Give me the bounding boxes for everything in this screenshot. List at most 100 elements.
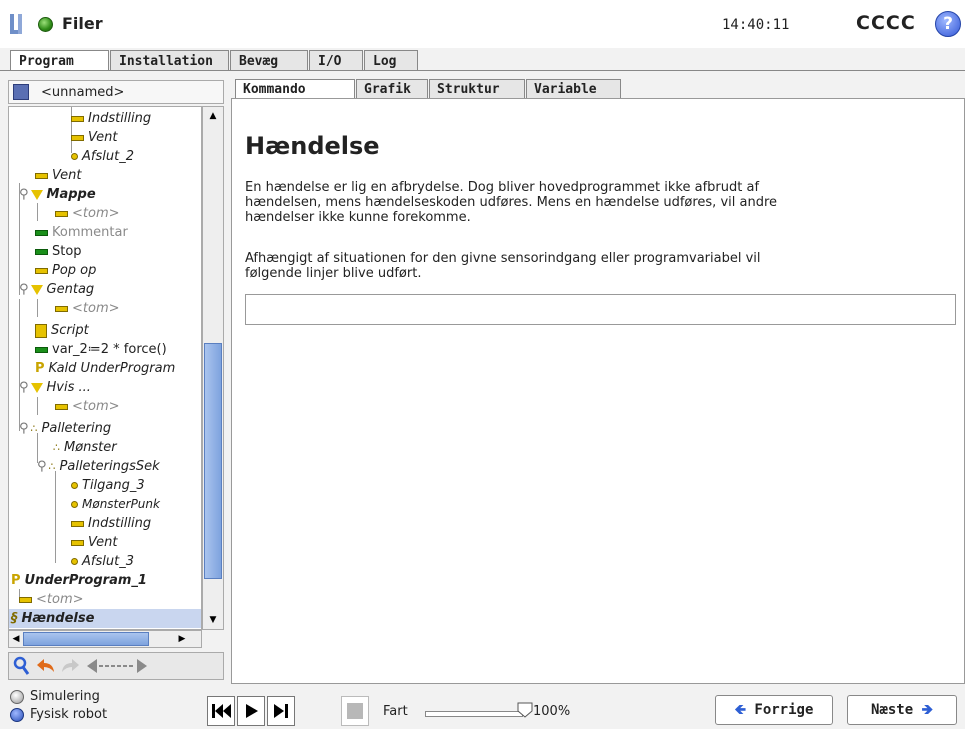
simulation-radio[interactable]: Simulering <box>10 689 100 704</box>
tab-command[interactable]: Kommando <box>235 79 355 99</box>
scroll-left-icon[interactable]: ◀ <box>9 632 23 646</box>
wait-icon <box>55 210 68 217</box>
step-button[interactable] <box>267 696 295 726</box>
tree-node-label: <tom> <box>72 301 120 316</box>
description-line: En hændelse er lig en afbrydelse. Dog bl… <box>245 180 760 195</box>
skip-back-icon <box>212 704 231 718</box>
scrollbar-thumb[interactable] <box>23 632 149 646</box>
tree-node[interactable]: Vent <box>71 128 117 147</box>
rewind-button[interactable] <box>207 696 235 726</box>
tree-node[interactable]: <tom> <box>55 299 120 318</box>
tree-node[interactable]: ⚲ ∴ PalleteringsSek <box>37 457 160 476</box>
tree-node-selected[interactable]: § Hændelse <box>9 609 201 628</box>
tree-horizontal-scrollbar[interactable]: ◀ ▶ <box>8 630 202 648</box>
tab-program[interactable]: Program <box>10 50 109 71</box>
tab-installation[interactable]: Installation <box>110 50 229 71</box>
scroll-right-icon[interactable]: ▶ <box>175 632 189 646</box>
expression-input[interactable] <box>245 294 956 325</box>
tree-vertical-scrollbar[interactable]: ▲ ▼ <box>202 106 224 630</box>
tree-toolbar <box>8 652 224 680</box>
tree-node[interactable]: var_2≔2 * force() <box>35 340 167 359</box>
tree-node[interactable]: Afslut_3 <box>71 552 134 571</box>
expand-icon[interactable]: ⚲ <box>19 187 29 202</box>
tree-line <box>55 471 56 563</box>
tree-node[interactable]: P Kald UnderProgram <box>35 359 175 378</box>
help-icon[interactable]: ? <box>935 11 961 37</box>
pattern-icon: ∴ <box>53 441 60 454</box>
step-icon <box>274 704 288 718</box>
tab-divider <box>0 70 965 71</box>
tree-node[interactable]: ⚲ Mappe <box>19 185 96 204</box>
stop-button[interactable] <box>341 696 369 726</box>
tab-structure[interactable]: Struktur <box>429 79 525 99</box>
tree-node-label: Mappe <box>46 187 96 202</box>
tree-node[interactable]: <tom> <box>55 397 120 416</box>
tree-node[interactable]: Indstilling <box>71 514 151 533</box>
tree-node[interactable]: Script <box>35 321 89 340</box>
scrollbar-thumb[interactable] <box>204 343 222 579</box>
search-icon[interactable] <box>13 656 31 676</box>
tab-move[interactable]: Bevæg <box>230 50 308 71</box>
tree-node[interactable]: Vent <box>71 533 117 552</box>
if-icon <box>30 382 43 393</box>
wait-icon <box>19 596 32 603</box>
arrow-left-icon: 🡸 <box>734 702 746 718</box>
move-node-icon[interactable] <box>85 656 149 676</box>
expand-icon[interactable]: ⚲ <box>37 459 47 474</box>
next-button[interactable]: Næste 🡺 <box>847 695 957 725</box>
tab-io[interactable]: I/O <box>309 50 363 71</box>
tree-node[interactable]: Vent <box>35 166 81 185</box>
expand-icon[interactable]: ⚲ <box>19 421 29 436</box>
tree-node-label: Tilgang_3 <box>82 478 145 493</box>
undo-icon[interactable] <box>35 656 57 676</box>
tree-node[interactable]: ⚲ Gentag <box>19 280 94 299</box>
tree-node[interactable]: MønsterPunk <box>71 495 160 514</box>
waypoint-icon <box>71 153 78 160</box>
previous-button[interactable]: 🡸 Forrige <box>715 695 833 725</box>
tree-node[interactable]: ∴ Mønster <box>53 438 117 457</box>
tree-node[interactable]: <tom> <box>55 204 120 223</box>
tab-log[interactable]: Log <box>364 50 418 71</box>
expand-icon[interactable]: ⚲ <box>19 282 29 297</box>
tree-node[interactable]: ⚲ Hvis ... <box>19 378 91 397</box>
speed-slider[interactable] <box>425 711 523 717</box>
real-robot-radio[interactable]: Fysisk robot <box>10 707 107 722</box>
radio-icon[interactable] <box>10 689 24 704</box>
popup-icon <box>35 267 48 274</box>
tree-node[interactable]: Kommentar <box>35 223 128 242</box>
speed-slider-thumb[interactable] <box>517 702 533 718</box>
tree-node[interactable]: P UnderProgram_1 <box>11 571 147 590</box>
tree-node[interactable]: Pop op <box>35 261 96 280</box>
redo-icon[interactable] <box>59 656 81 676</box>
tree-node[interactable]: ⚲ ∴ Palletering <box>19 419 111 438</box>
tree-node-label: <tom> <box>72 399 120 414</box>
file-menu[interactable]: Filer <box>62 14 103 33</box>
page-title: Hændelse <box>245 132 380 160</box>
expand-icon[interactable]: ⚲ <box>19 380 29 395</box>
next-label: Næste <box>871 702 914 718</box>
waypoint-icon <box>71 558 78 565</box>
tab-graphics[interactable]: Grafik <box>356 79 428 99</box>
play-button[interactable] <box>237 696 265 726</box>
tree-node-label: Afslut_2 <box>82 149 134 164</box>
tree-node-label: Vent <box>52 168 82 183</box>
tree-node[interactable]: Afslut_2 <box>71 147 134 166</box>
tree-node[interactable]: Stop <box>35 242 82 261</box>
program-name-bar[interactable]: <unnamed> <box>8 80 224 104</box>
tree-node-label: Pop op <box>52 263 97 278</box>
tree-node-label: Vent <box>88 535 118 550</box>
description-line: hændelsen, mens hændelseskoden udføres. … <box>245 195 778 210</box>
tree-node[interactable]: Indstilling <box>71 109 151 128</box>
stop-square-icon <box>347 703 363 719</box>
real-robot-label: Fysisk robot <box>30 707 108 722</box>
radio-selected-icon[interactable] <box>10 707 24 722</box>
pallet-icon: ∴ <box>30 422 38 435</box>
save-icon[interactable] <box>13 84 29 100</box>
tree-node[interactable]: <tom> <box>19 590 84 609</box>
program-tree[interactable]: Indstilling Vent Afslut_2 Vent ⚲ Mappe <t… <box>8 106 202 630</box>
tree-node[interactable]: Tilgang_3 <box>71 476 145 495</box>
scroll-up-icon[interactable]: ▲ <box>206 109 220 123</box>
scroll-down-icon[interactable]: ▼ <box>206 613 220 627</box>
power-status-icon[interactable] <box>38 17 53 32</box>
tab-variables[interactable]: Variable <box>526 79 621 99</box>
